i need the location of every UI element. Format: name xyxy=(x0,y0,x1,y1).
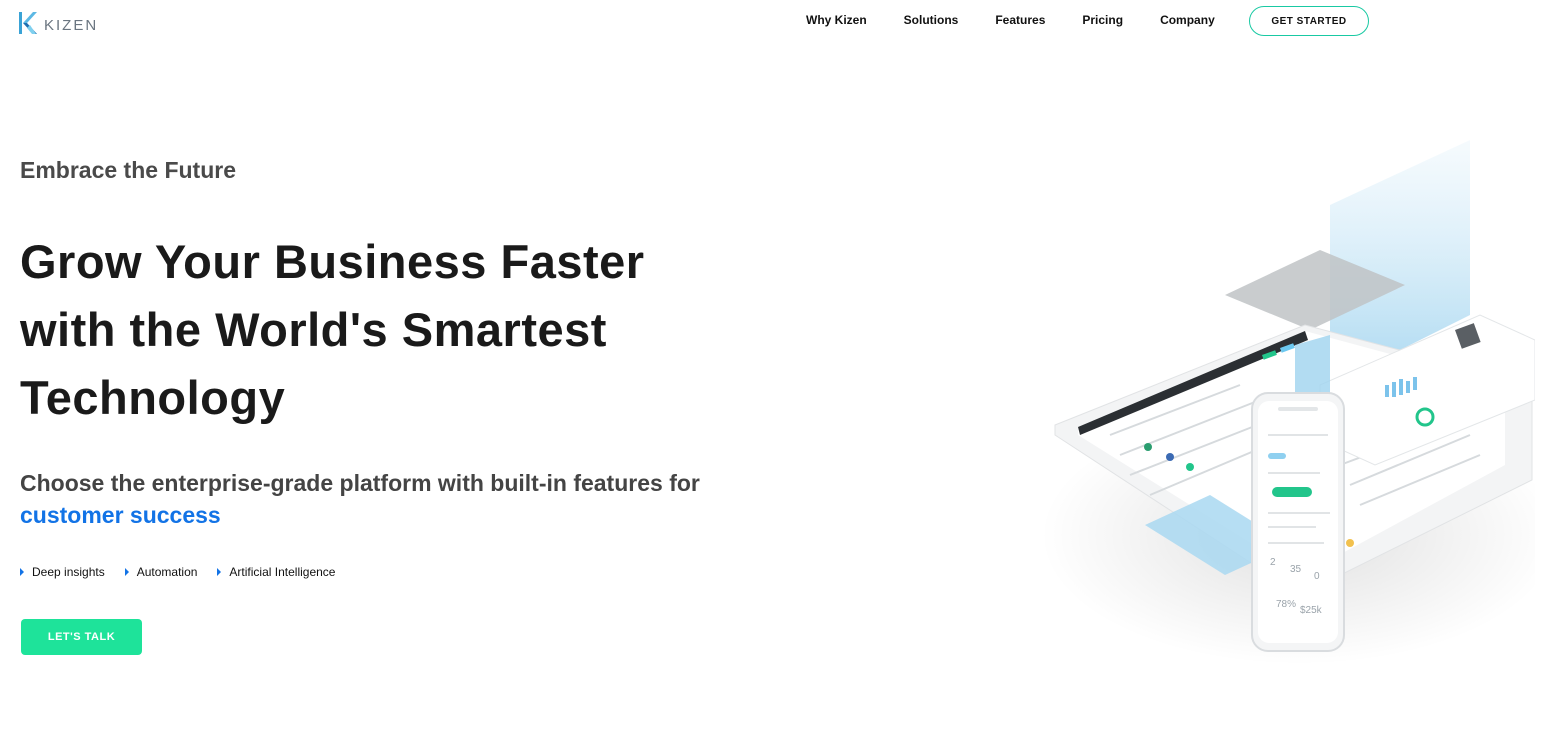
headline-line: Technology xyxy=(20,371,286,424)
logo[interactable]: KIZEN xyxy=(18,10,98,36)
feature-item: Automation xyxy=(124,565,198,579)
nav-item-solutions[interactable]: Solutions xyxy=(904,13,959,27)
svg-text:0: 0 xyxy=(1314,571,1320,582)
caret-right-icon xyxy=(217,568,222,576)
headline-line: with the World's Smartest xyxy=(20,303,607,356)
svg-text:$25k: $25k xyxy=(1300,605,1323,616)
kizen-logo-icon xyxy=(18,10,38,36)
nav-item-features[interactable]: Features xyxy=(995,13,1045,27)
main-nav: Why Kizen Solutions Features Pricing Com… xyxy=(806,13,1215,27)
subhead-accent: customer success xyxy=(20,502,221,528)
nav-item-company[interactable]: Company xyxy=(1160,13,1215,27)
feature-label: Deep insights xyxy=(32,565,105,579)
get-started-button[interactable]: GET STARTED xyxy=(1249,6,1369,36)
subhead-text: Choose the enterprise-grade platform wit… xyxy=(20,470,700,496)
lets-talk-button[interactable]: LET'S TALK xyxy=(21,619,142,655)
hero-headline: Grow Your Business Faster with the World… xyxy=(20,228,780,432)
feature-item: Deep insights xyxy=(20,565,105,579)
caret-right-icon xyxy=(124,568,129,576)
feature-item: Artificial Intelligence xyxy=(217,565,335,579)
caret-right-icon xyxy=(20,568,24,576)
feature-list: Deep insights Automation Artificial Inte… xyxy=(20,565,355,579)
headline-line: Grow Your Business Faster xyxy=(20,235,645,288)
hero-subhead: Choose the enterprise-grade platform wit… xyxy=(20,467,760,531)
svg-text:78%: 78% xyxy=(1276,599,1296,610)
feature-label: Artificial Intelligence xyxy=(229,565,336,579)
nav-item-pricing[interactable]: Pricing xyxy=(1082,13,1123,27)
nav-item-why-kizen[interactable]: Why Kizen xyxy=(806,13,867,27)
hero-eyebrow: Embrace the Future xyxy=(20,157,236,183)
svg-text:2: 2 xyxy=(1270,557,1276,568)
svg-text:35: 35 xyxy=(1290,564,1302,575)
logo-wordmark: KIZEN xyxy=(44,16,99,34)
feature-label: Automation xyxy=(136,565,198,579)
dashboard-devices-illustration: 2 35 0 78% $25k xyxy=(1040,135,1544,665)
